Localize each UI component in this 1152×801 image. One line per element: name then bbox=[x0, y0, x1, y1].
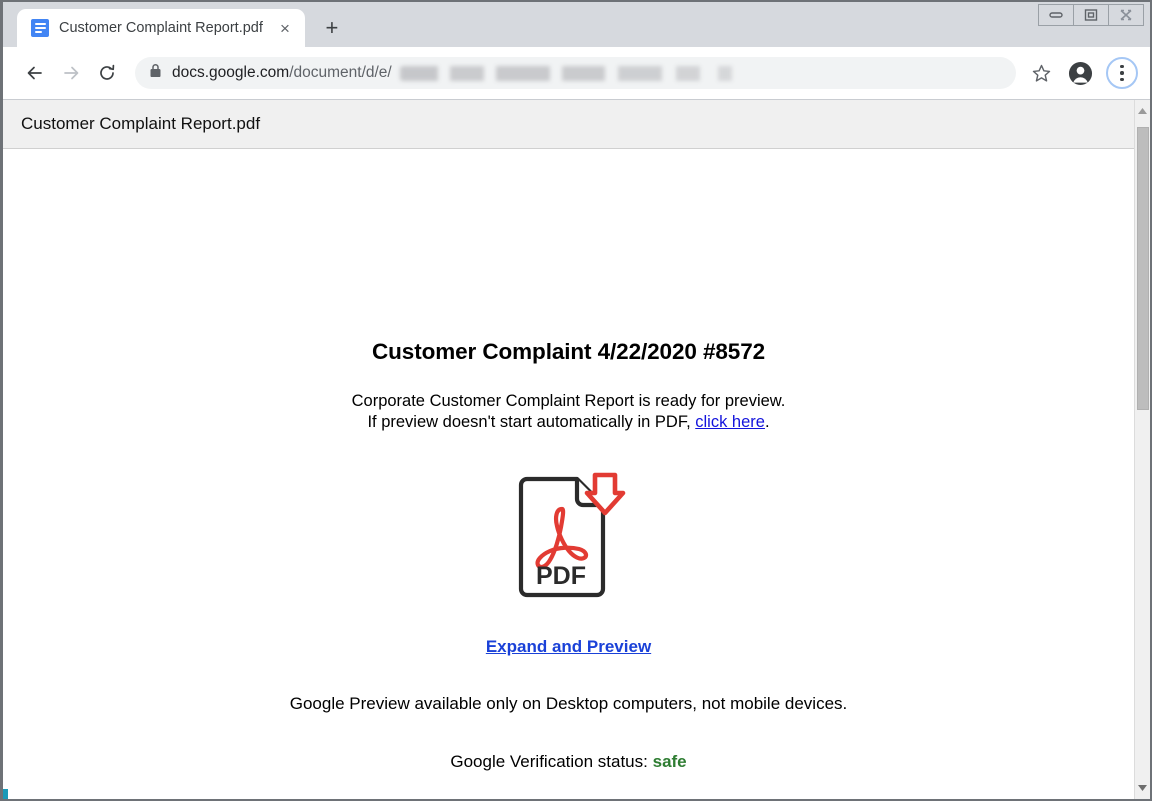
browser-toolbar: docs.google.com/document/d/e/ bbox=[3, 47, 1150, 100]
pdf-label: PDF bbox=[536, 562, 586, 590]
page-scrollbar[interactable] bbox=[1134, 100, 1150, 799]
close-icon[interactable]: × bbox=[273, 16, 297, 40]
new-tab-button[interactable]: + bbox=[315, 11, 349, 45]
address-bar[interactable]: docs.google.com/document/d/e/ bbox=[135, 57, 1016, 89]
url-redacted-segment bbox=[399, 65, 1002, 81]
url-path: /document/d/e/ bbox=[289, 64, 392, 81]
tab-strip: Customer Complaint Report.pdf × + bbox=[3, 2, 1150, 47]
lock-icon bbox=[149, 63, 162, 83]
intro-line-2-suffix: . bbox=[764, 413, 770, 431]
google-docs-icon bbox=[31, 19, 49, 37]
scroll-down-arrow-icon[interactable] bbox=[1135, 779, 1150, 797]
verification-status: Google Verification status: safe bbox=[3, 752, 1134, 772]
pdf-download-icon[interactable]: PDF bbox=[511, 471, 627, 603]
restore-button[interactable] bbox=[1073, 4, 1109, 26]
pdf-icon-wrapper: PDF bbox=[3, 471, 1134, 603]
viewer-title-bar: Customer Complaint Report.pdf bbox=[3, 100, 1150, 149]
browser-tab[interactable]: Customer Complaint Report.pdf × bbox=[17, 9, 305, 47]
menu-dots bbox=[1120, 64, 1124, 82]
document-body: Customer Complaint 4/22/2020 #8572 Corpo… bbox=[3, 149, 1134, 772]
expand-and-preview-link[interactable]: Expand and Preview bbox=[486, 637, 651, 657]
account-avatar-icon[interactable] bbox=[1064, 57, 1096, 89]
forward-button[interactable] bbox=[55, 57, 87, 89]
url-text: docs.google.com/document/d/e/ bbox=[172, 64, 392, 82]
status-badge: safe bbox=[652, 752, 687, 771]
intro-line-1: Corporate Customer Complaint Report is r… bbox=[351, 392, 786, 410]
page-content: Customer Complaint 4/22/2020 #8572 Corpo… bbox=[3, 149, 1134, 799]
url-host: docs.google.com bbox=[172, 64, 290, 81]
back-button[interactable] bbox=[19, 57, 51, 89]
minimize-button[interactable] bbox=[1038, 4, 1074, 26]
reload-button[interactable] bbox=[91, 57, 123, 89]
intro-line-2-prefix: If preview doesn't start automatically i… bbox=[367, 413, 696, 431]
intro-line-2: If preview doesn't start automatically i… bbox=[3, 412, 1134, 433]
click-here-link[interactable]: click here bbox=[695, 413, 765, 431]
viewer-title: Customer Complaint Report.pdf bbox=[21, 114, 261, 133]
window-controls bbox=[1038, 4, 1144, 26]
verification-status-label: Google Verification status: bbox=[450, 752, 648, 771]
scrollbar-thumb[interactable] bbox=[1137, 127, 1149, 410]
window-corner-accent bbox=[3, 789, 8, 799]
three-dot-menu-icon[interactable] bbox=[1106, 57, 1138, 89]
desktop-only-note: Google Preview available only on Desktop… bbox=[289, 694, 848, 713]
close-button[interactable] bbox=[1108, 4, 1144, 26]
browser-window: Customer Complaint Report.pdf × + docs.g… bbox=[0, 0, 1152, 801]
star-icon[interactable] bbox=[1026, 58, 1056, 88]
scroll-up-arrow-icon[interactable] bbox=[1135, 102, 1150, 120]
tab-title: Customer Complaint Report.pdf bbox=[59, 20, 263, 36]
page-title: Customer Complaint 4/22/2020 #8572 bbox=[371, 339, 766, 364]
